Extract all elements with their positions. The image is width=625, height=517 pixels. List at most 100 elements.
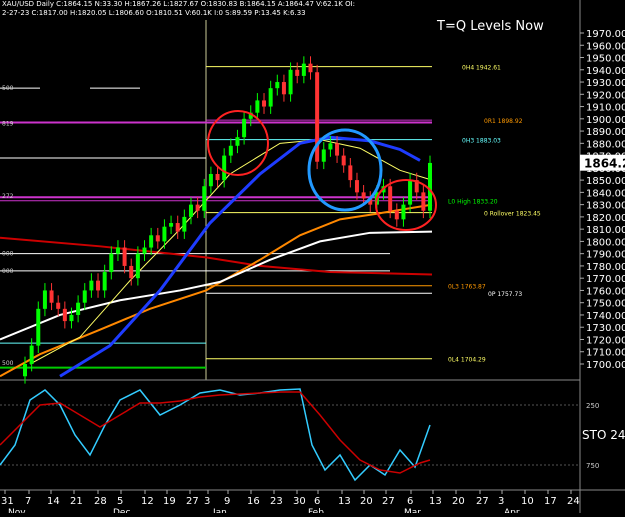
- left-level-label: 000: [2, 268, 14, 275]
- month-label: Dec: [113, 508, 130, 513]
- date-tick-label: 27: [382, 496, 395, 507]
- candle-body: [23, 364, 27, 377]
- level-label: L0 High 1833.20: [448, 199, 498, 206]
- price-tick-label: 1730.00: [586, 323, 625, 334]
- ma-blue: [59, 135, 421, 378]
- stoch-lower-label: 750: [586, 462, 599, 470]
- level-label: 0L4 1704.29: [448, 357, 486, 364]
- candle-body: [288, 69, 293, 95]
- date-tick-label: 12: [141, 496, 154, 507]
- candle-body: [208, 173, 213, 187]
- candle-body: [262, 100, 267, 107]
- ma-red: [0, 236, 433, 276]
- candle-body: [348, 165, 353, 181]
- candle-body: [242, 118, 247, 138]
- candle-body: [295, 69, 300, 76]
- date-tick-label: 14: [47, 496, 60, 507]
- date-tick-label: 3: [498, 496, 504, 507]
- date-tick-label: 3: [204, 496, 210, 507]
- candlesticks: [23, 56, 432, 384]
- chart-window[interactable]: 0H4 1942.61 0R1 1898.92 0H3 1883.03 L0 High…: [0, 0, 625, 517]
- candle-body: [69, 314, 74, 322]
- candle-body: [102, 272, 107, 291]
- price-tick-label: 1930.00: [586, 78, 625, 89]
- candle-body: [36, 308, 41, 346]
- price-tick-label: 1780.00: [586, 262, 625, 273]
- candle-body: [228, 145, 233, 156]
- stochastic-panel: 250 STO 24, 750: [0, 388, 625, 482]
- candle-body: [388, 186, 393, 211]
- date-tick-label: 13: [338, 496, 351, 507]
- left-level-label: 500: [2, 85, 14, 92]
- stoch-k-line: [0, 388, 431, 482]
- candle-body: [49, 290, 54, 303]
- grid-lines: [0, 20, 625, 491]
- candle-body: [408, 180, 413, 205]
- level-label: 0R1 1898.92: [484, 118, 523, 125]
- price-tick-label: 1800.00: [586, 237, 625, 248]
- stoch-d-line: [0, 391, 431, 474]
- candle-body: [354, 180, 359, 193]
- price-chart[interactable]: 0H4 1942.61 0R1 1898.92 0H3 1883.03 L0 High…: [0, 0, 625, 517]
- candle-body: [394, 210, 399, 220]
- header-prev-line: 2-27-23 C:1817.00 H:1820.05 L:1806.60 O:…: [2, 9, 306, 17]
- candle-body: [149, 235, 154, 248]
- date-tick-label: 31: [1, 496, 14, 507]
- price-tick-label: 1890.00: [586, 127, 625, 138]
- stoch-upper-label: 250: [586, 402, 599, 410]
- price-tick-label: 1850.00: [586, 176, 625, 187]
- level-label: 0H3 1883.03: [462, 138, 501, 145]
- candle-body: [115, 247, 120, 254]
- price-tick-label: 1970.00: [586, 29, 625, 40]
- left-level-label: 272: [2, 193, 14, 200]
- candle-body: [162, 226, 167, 242]
- date-tick-label: 20: [360, 496, 373, 507]
- month-label: Mar: [404, 508, 421, 513]
- level-label: 0P 1757.73: [488, 291, 522, 298]
- candle-body: [182, 216, 187, 232]
- candle-body: [175, 223, 180, 232]
- level-label: 0L3 1763.87: [448, 284, 486, 291]
- price-tick-label: 1810.00: [586, 225, 625, 236]
- candle-body: [308, 63, 313, 73]
- price-tick-label: 1750.00: [586, 299, 625, 310]
- candle-body: [361, 192, 366, 199]
- candle-body: [222, 155, 227, 181]
- candle-body: [328, 143, 333, 150]
- price-tick-label: 1760.00: [586, 286, 625, 297]
- date-tick-label: 20: [452, 496, 465, 507]
- header-quote-line: XAU/USD Daily C:1864.15 N:33.30 H:1867.2…: [2, 0, 356, 8]
- price-tick-label: 1880.00: [586, 139, 625, 150]
- candle-body: [155, 235, 160, 242]
- date-tick-label: 16: [247, 496, 260, 507]
- price-tick-label: 1920.00: [586, 90, 625, 101]
- price-tick-label: 1720.00: [586, 335, 625, 346]
- date-tick-label: 7: [25, 496, 31, 507]
- candle-body: [56, 302, 61, 309]
- ma-orange: [0, 203, 433, 378]
- candle-body: [341, 155, 346, 166]
- candle-body: [281, 82, 286, 95]
- candle-body: [82, 290, 87, 303]
- level-label: 0H4 1942.61: [462, 65, 501, 72]
- date-tick-label: 13: [429, 496, 442, 507]
- month-label: Nov: [8, 508, 26, 513]
- candle-body: [122, 247, 127, 266]
- candle-body: [321, 149, 326, 162]
- candle-body: [215, 173, 220, 181]
- date-tick-label: 5: [117, 496, 123, 507]
- price-tick-label: 1940.00: [586, 66, 625, 77]
- left-level-label: 819: [2, 121, 14, 128]
- date-tick-label: 27: [476, 496, 489, 507]
- price-tick-label: 1950.00: [586, 54, 625, 65]
- candle-body: [401, 204, 406, 220]
- candle-body: [188, 204, 193, 217]
- month-label: Feb: [308, 508, 324, 513]
- current-price-label: 1864.21: [584, 157, 625, 171]
- date-tick-label: 6: [314, 496, 320, 507]
- price-tick-label: 1960.00: [586, 41, 625, 52]
- candle-body: [76, 302, 81, 315]
- price-tick-label: 1910.00: [586, 103, 625, 114]
- price-tick-label: 1830.00: [586, 201, 625, 212]
- date-tick-label: 27: [186, 496, 199, 507]
